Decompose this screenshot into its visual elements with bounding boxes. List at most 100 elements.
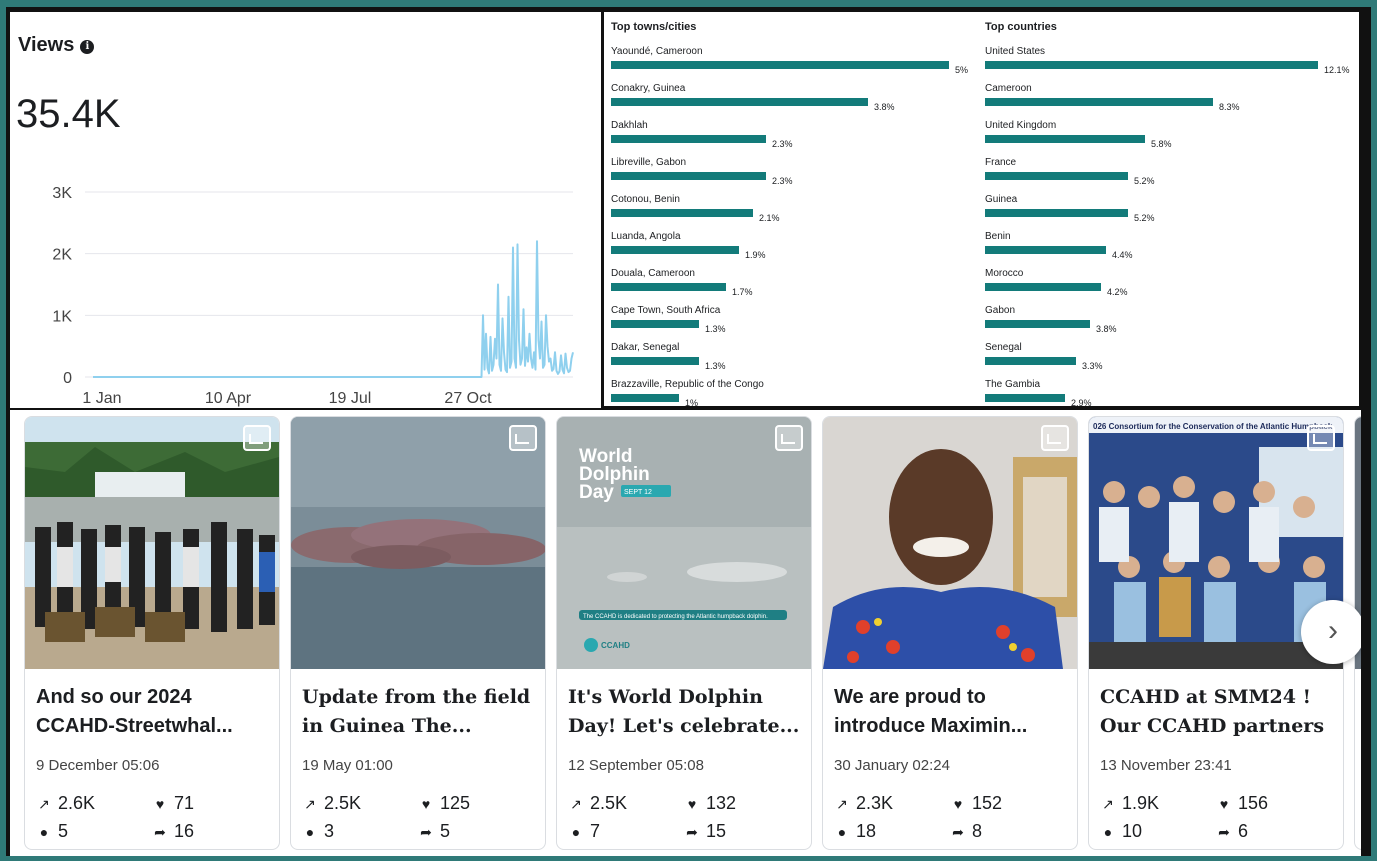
post-likes-value: 71	[174, 793, 195, 813]
geo-label: United Kingdom	[985, 120, 1057, 131]
info-icon[interactable]: i	[80, 40, 95, 54]
geo-label: Conakry, Guinea	[611, 83, 686, 94]
geo-label: Brazzaville, Republic of the Congo	[611, 379, 764, 390]
share-arrow-icon: ➦	[1218, 824, 1230, 840]
post-comments-value: 10	[1122, 821, 1143, 841]
geo-bar	[611, 98, 868, 106]
post-shares: ➦ 5	[418, 821, 450, 842]
post-likes-value: 152	[972, 793, 1003, 813]
post-date: 9 December 05:06	[36, 757, 160, 774]
geo-bar	[985, 320, 1090, 328]
geo-percent: 2.3%	[772, 176, 793, 186]
post-views: ↗ 2.5K	[568, 793, 627, 814]
x-tick-label: 19 Jul	[329, 390, 372, 407]
geo-label: Douala, Cameroon	[611, 268, 695, 279]
post-shares: ➦ 16	[152, 821, 194, 842]
geo-percent: 8.3%	[1219, 102, 1240, 112]
post-views-value: 2.6K	[58, 793, 96, 813]
views-title: Views	[18, 34, 75, 56]
geo-label: Yaoundé, Cameroon	[611, 46, 703, 57]
geo-row: Morocco 4.2%	[985, 268, 1359, 305]
geo-label: United States	[985, 46, 1046, 57]
post-views-value: 1.9K	[1122, 793, 1160, 813]
x-tick-label: 27 Oct	[444, 390, 492, 407]
share-arrow-icon: ➦	[154, 824, 166, 840]
post-comments-value: 7	[590, 821, 601, 841]
geo-bar	[611, 246, 739, 254]
geo-row: Dakhlah 2.3%	[611, 120, 986, 157]
geo-percent: 1.7%	[732, 287, 753, 297]
geo-row: Libreville, Gabon 2.3%	[611, 157, 986, 194]
share-arrow-icon: ➦	[420, 824, 432, 840]
share-arrow-icon: ➦	[952, 824, 964, 840]
top-cities-title: Top towns/cities	[611, 21, 697, 33]
geo-percent: 5.8%	[1151, 139, 1172, 149]
post-shares: ➦ 6	[1216, 821, 1248, 842]
geo-percent: 3.3%	[1082, 361, 1103, 371]
geo-row: Cape Town, South Africa 1.3%	[611, 305, 986, 342]
post-thumbnail-waterfall-group	[25, 417, 279, 669]
heart-icon: ♥	[421, 796, 431, 812]
trend-icon: ↗	[304, 796, 316, 812]
post-likes-value: 125	[440, 793, 471, 813]
geo-bar	[985, 135, 1145, 143]
photo-icon	[509, 425, 537, 451]
y-tick-label: 0	[63, 370, 72, 387]
geo-row: Cotonou, Benin 2.1%	[611, 194, 986, 231]
geo-label: Dakhlah	[611, 120, 648, 131]
post-card[interactable]: The CCAHD is dedicated to protecting the…	[556, 416, 812, 850]
geo-percent: 2.1%	[759, 213, 780, 223]
post-comments: ● 18	[834, 821, 876, 842]
geo-bar	[985, 246, 1106, 254]
geo-bar	[611, 283, 726, 291]
post-card[interactable]: Update from the field in Guinea The... 1…	[290, 416, 546, 850]
post-shares-value: 6	[1238, 821, 1249, 841]
geo-row: Gabon 3.8%	[985, 305, 1359, 342]
post-card[interactable]: We are proud to introduce Maximin... 30 …	[822, 416, 1078, 850]
geo-row: Douala, Cameroon 1.7%	[611, 268, 986, 305]
post-comments-value: 18	[856, 821, 877, 841]
geo-row: Yaoundé, Cameroon 5%	[611, 46, 986, 83]
geo-bar	[985, 172, 1128, 180]
carousel-next-button[interactable]: ›	[1301, 600, 1361, 664]
post-views: ↗ 2.5K	[302, 793, 361, 814]
geo-bar	[611, 320, 699, 328]
geo-bar	[985, 357, 1076, 365]
post-date: 19 May 01:00	[302, 757, 393, 774]
geo-row: Senegal 3.3%	[985, 342, 1359, 379]
geo-bar	[611, 172, 766, 180]
post-thumbnail-dolphins	[291, 417, 545, 669]
geo-label: Cotonou, Benin	[611, 194, 680, 205]
geo-bar	[985, 394, 1065, 402]
post-likes-value: 132	[706, 793, 737, 813]
smm-banner-text: 026 Consortium for the Conservation of t…	[1093, 422, 1333, 431]
geo-bar	[985, 61, 1318, 69]
comment-icon: ●	[837, 824, 847, 840]
photo-icon	[1307, 425, 1335, 451]
dolphin-day-line3: Day	[579, 482, 614, 503]
geo-label: Benin	[985, 231, 1011, 242]
dolphin-day-date: SEPT 12	[624, 489, 652, 496]
geo-bar	[985, 98, 1213, 106]
post-date: 13 November 23:41	[1100, 757, 1232, 774]
geo-label: Gabon	[985, 305, 1016, 316]
geo-percent: 4.4%	[1112, 250, 1133, 260]
geo-bar	[611, 357, 699, 365]
post-card[interactable]: And so our 2024 CCAHD-Streetwhal... 9 De…	[24, 416, 280, 850]
views-panel: Views i 35.4K 0 1K 2K 3K 1 Jan 10 Apr 19 Jul 27 …	[10, 12, 601, 408]
views-series-line	[93, 240, 574, 378]
chevron-right-icon: ›	[1328, 614, 1338, 647]
geo-row: Conakry, Guinea 3.8%	[611, 83, 986, 120]
photo-icon	[775, 425, 803, 451]
post-shares-value: 16	[174, 821, 195, 841]
geo-row: The Gambia 2.9%	[985, 379, 1359, 406]
geo-label: Libreville, Gabon	[611, 157, 687, 168]
post-views-value: 2.5K	[324, 793, 362, 813]
trend-icon: ↗	[38, 796, 50, 812]
geo-label: France	[985, 157, 1017, 168]
geo-bar	[985, 283, 1101, 291]
geo-row: Benin 4.4%	[985, 231, 1359, 268]
post-date: 12 September 05:08	[568, 757, 704, 774]
geo-percent: 3.8%	[1096, 324, 1117, 334]
geo-label: Cape Town, South Africa	[611, 305, 721, 316]
